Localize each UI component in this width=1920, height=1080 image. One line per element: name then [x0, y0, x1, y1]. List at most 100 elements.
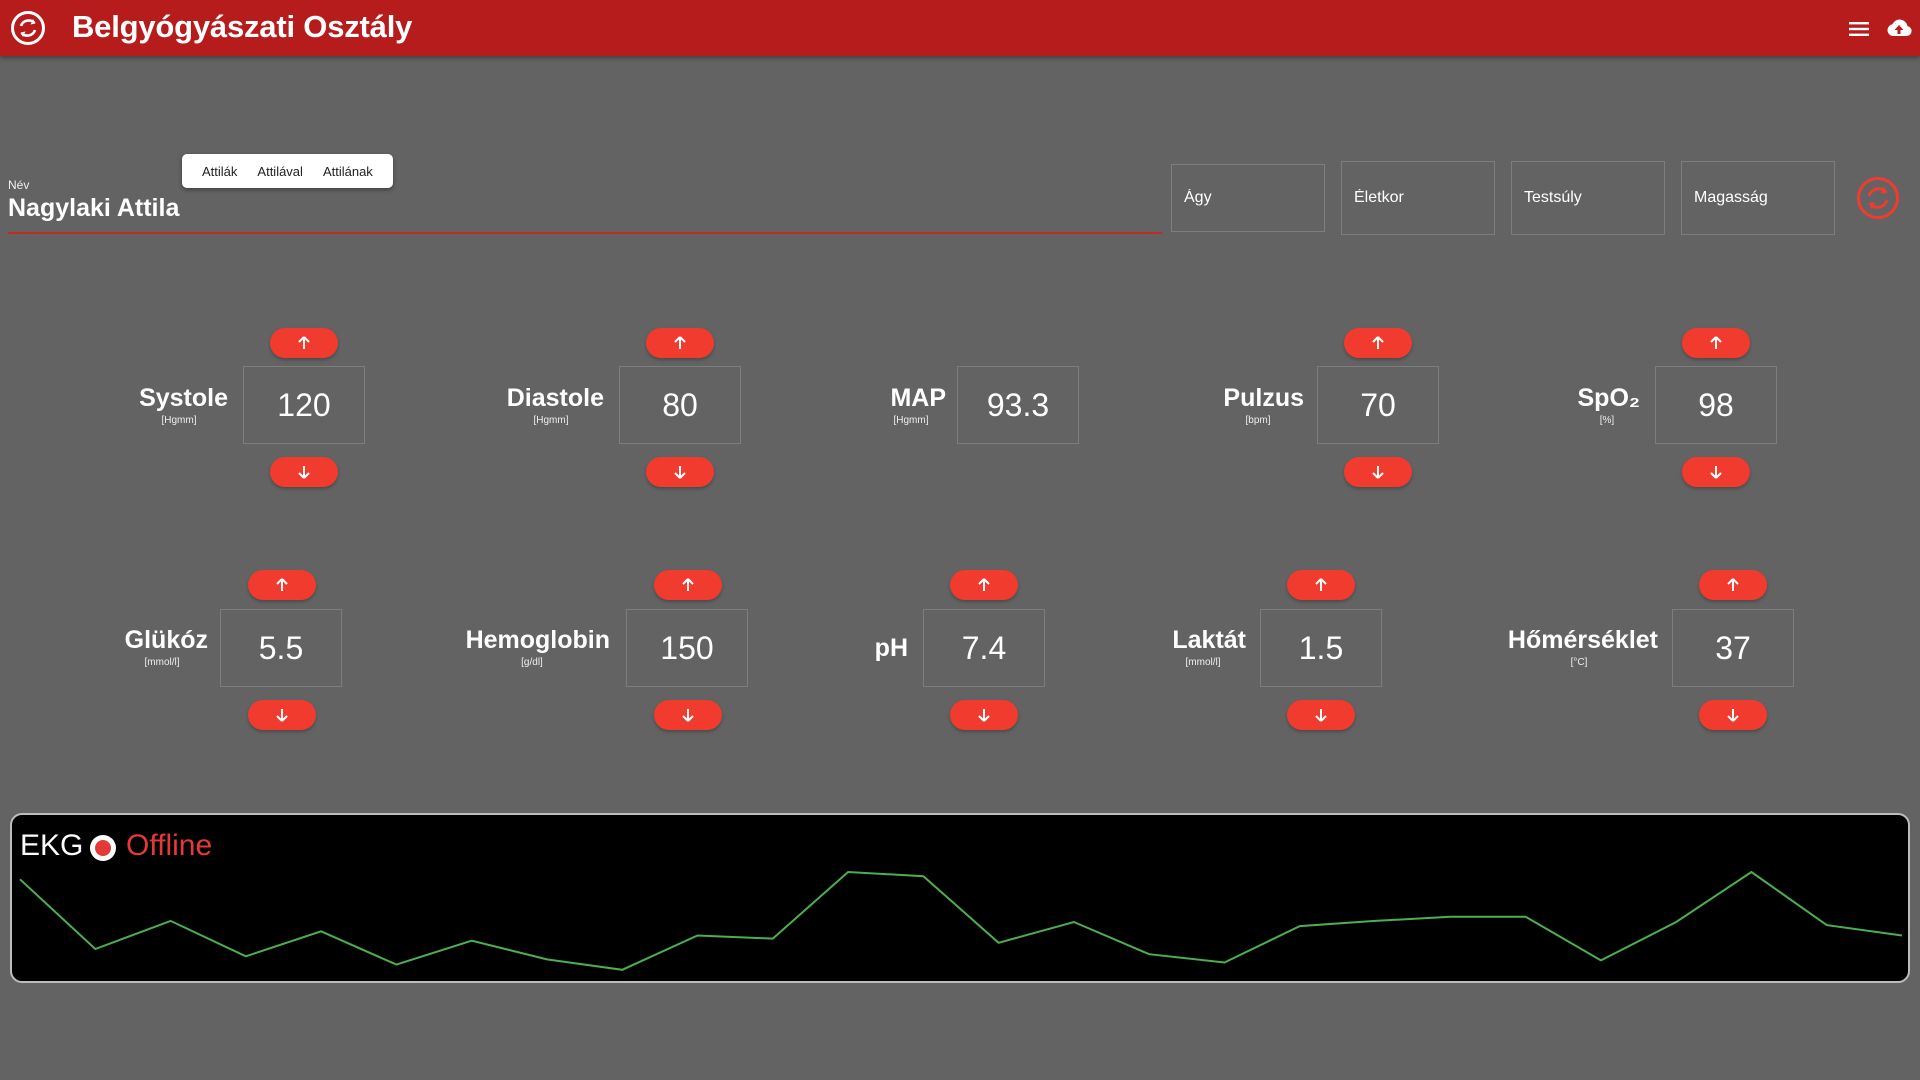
glucose-label: Glükóz [mmol/l] [116, 626, 208, 668]
status-dot-icon [90, 835, 116, 861]
arrow-down-icon [1710, 466, 1722, 479]
vital-unit: [g/dl] [521, 657, 543, 668]
hemoglobin-increase-button[interactable] [654, 570, 722, 600]
systole-value: 120 [243, 366, 365, 444]
vital-unit: [mmol/l] [144, 657, 180, 668]
app-title: Belgyógyászati Osztály [72, 9, 413, 44]
arrow-up-icon [674, 336, 686, 349]
height-input[interactable] [1694, 189, 1824, 207]
app-bar: Belgyógyászati Osztály [0, 0, 1920, 56]
diastole-increase-button[interactable] [646, 328, 714, 358]
lactate-decrease-button[interactable] [1287, 700, 1355, 730]
temperature-decrease-button[interactable] [1699, 700, 1767, 730]
ph-increase-button[interactable] [950, 570, 1018, 600]
age-field[interactable] [1341, 161, 1495, 235]
vital-unit: [%] [1599, 415, 1615, 426]
bed-field[interactable] [1171, 164, 1325, 232]
vital-unit: [Hgmm] [161, 415, 197, 426]
map-label: MAP [Hgmm] [876, 384, 946, 426]
name-input[interactable] [8, 194, 908, 223]
arrow-down-icon [1315, 709, 1327, 722]
diastole-value: 80 [619, 366, 741, 444]
hemoglobin-label: Hemoglobin [g/dl] [454, 626, 610, 668]
cloud-upload-icon[interactable] [1884, 14, 1914, 42]
arrow-down-icon [682, 709, 694, 722]
vital-unit: [Hgmm] [533, 415, 569, 426]
menu-icon[interactable] [1846, 16, 1872, 42]
temperature-label: Hőmérséklet [°C] [1500, 626, 1658, 668]
ph-value: 7.4 [923, 609, 1045, 687]
spo2-label: SpO₂ [%] [1574, 384, 1641, 426]
hemoglobin-decrease-button[interactable] [654, 700, 722, 730]
sync-icon[interactable] [1856, 176, 1900, 220]
arrow-down-icon [1727, 709, 1739, 722]
glucose-decrease-button[interactable] [248, 700, 316, 730]
ekg-panel: EKG Offline [10, 813, 1910, 983]
arrow-up-icon [1727, 578, 1739, 591]
arrow-down-icon [674, 466, 686, 479]
systole-label: Systole [Hgmm] [130, 384, 228, 426]
suggestion-item[interactable]: Attilával [247, 164, 313, 179]
arrow-down-icon [978, 709, 990, 722]
vital-unit: [°C] [1570, 657, 1588, 668]
ph-label: pH [862, 634, 908, 663]
arrow-up-icon [276, 578, 288, 591]
ekg-line [19, 870, 1903, 971]
vital-name: Hőmérséklet [1507, 626, 1658, 654]
bed-input[interactable] [1184, 189, 1314, 207]
spo2-decrease-button[interactable] [1682, 457, 1750, 487]
vital-name: Pulzus [1223, 384, 1304, 412]
arrow-up-icon [1372, 336, 1384, 349]
vital-unit: [Hgmm] [893, 415, 929, 426]
vital-unit: [mmol/l] [1185, 657, 1221, 668]
vital-name: pH [874, 634, 908, 662]
temperature-increase-button[interactable] [1699, 570, 1767, 600]
spo2-increase-button[interactable] [1682, 328, 1750, 358]
height-field[interactable] [1681, 161, 1835, 235]
vital-name: MAP [890, 384, 946, 412]
ekg-title: EKG [20, 829, 84, 862]
map-value: 93.3 [957, 366, 1079, 444]
suggestion-item[interactable]: Attilának [313, 164, 383, 179]
temperature-value: 37 [1672, 609, 1794, 687]
lactate-value: 1.5 [1260, 609, 1382, 687]
lactate-increase-button[interactable] [1287, 570, 1355, 600]
pulse-label: Pulzus [bpm] [1212, 384, 1304, 426]
systole-increase-button[interactable] [270, 328, 338, 358]
weight-field[interactable] [1511, 161, 1665, 235]
pulse-increase-button[interactable] [1344, 328, 1412, 358]
hemoglobin-value: 150 [626, 609, 748, 687]
arrow-up-icon [1710, 336, 1722, 349]
diastole-decrease-button[interactable] [646, 457, 714, 487]
spo2-value: 98 [1655, 366, 1777, 444]
sync-icon[interactable] [10, 10, 46, 46]
ekg-trace [19, 870, 1903, 971]
vital-name: SpO₂ [1577, 384, 1641, 412]
suggestion-item[interactable]: Attilák [192, 164, 247, 179]
ekg-status: Offline [126, 829, 213, 862]
age-input[interactable] [1354, 189, 1484, 207]
arrow-down-icon [298, 466, 310, 479]
arrow-down-icon [1372, 466, 1384, 479]
weight-input[interactable] [1524, 189, 1654, 207]
glucose-value: 5.5 [220, 609, 342, 687]
name-label: Név [8, 178, 30, 192]
arrow-up-icon [682, 578, 694, 591]
pulse-value: 70 [1317, 366, 1439, 444]
arrow-down-icon [276, 709, 288, 722]
vital-unit: [bpm] [1245, 415, 1271, 426]
arrow-up-icon [978, 578, 990, 591]
arrow-up-icon [1315, 578, 1327, 591]
ph-decrease-button[interactable] [950, 700, 1018, 730]
vital-name: Hemoglobin [465, 626, 610, 654]
vital-name: Systole [139, 384, 228, 412]
vital-name: Diastole [506, 384, 604, 412]
name-suggestions: Attilák Attilával Attilának [182, 154, 393, 188]
systole-decrease-button[interactable] [270, 457, 338, 487]
vital-name: Laktát [1172, 626, 1246, 654]
arrow-up-icon [298, 336, 310, 349]
lactate-label: Laktát [mmol/l] [1160, 626, 1246, 668]
pulse-decrease-button[interactable] [1344, 457, 1412, 487]
vital-name: Glükóz [124, 626, 208, 654]
glucose-increase-button[interactable] [248, 570, 316, 600]
